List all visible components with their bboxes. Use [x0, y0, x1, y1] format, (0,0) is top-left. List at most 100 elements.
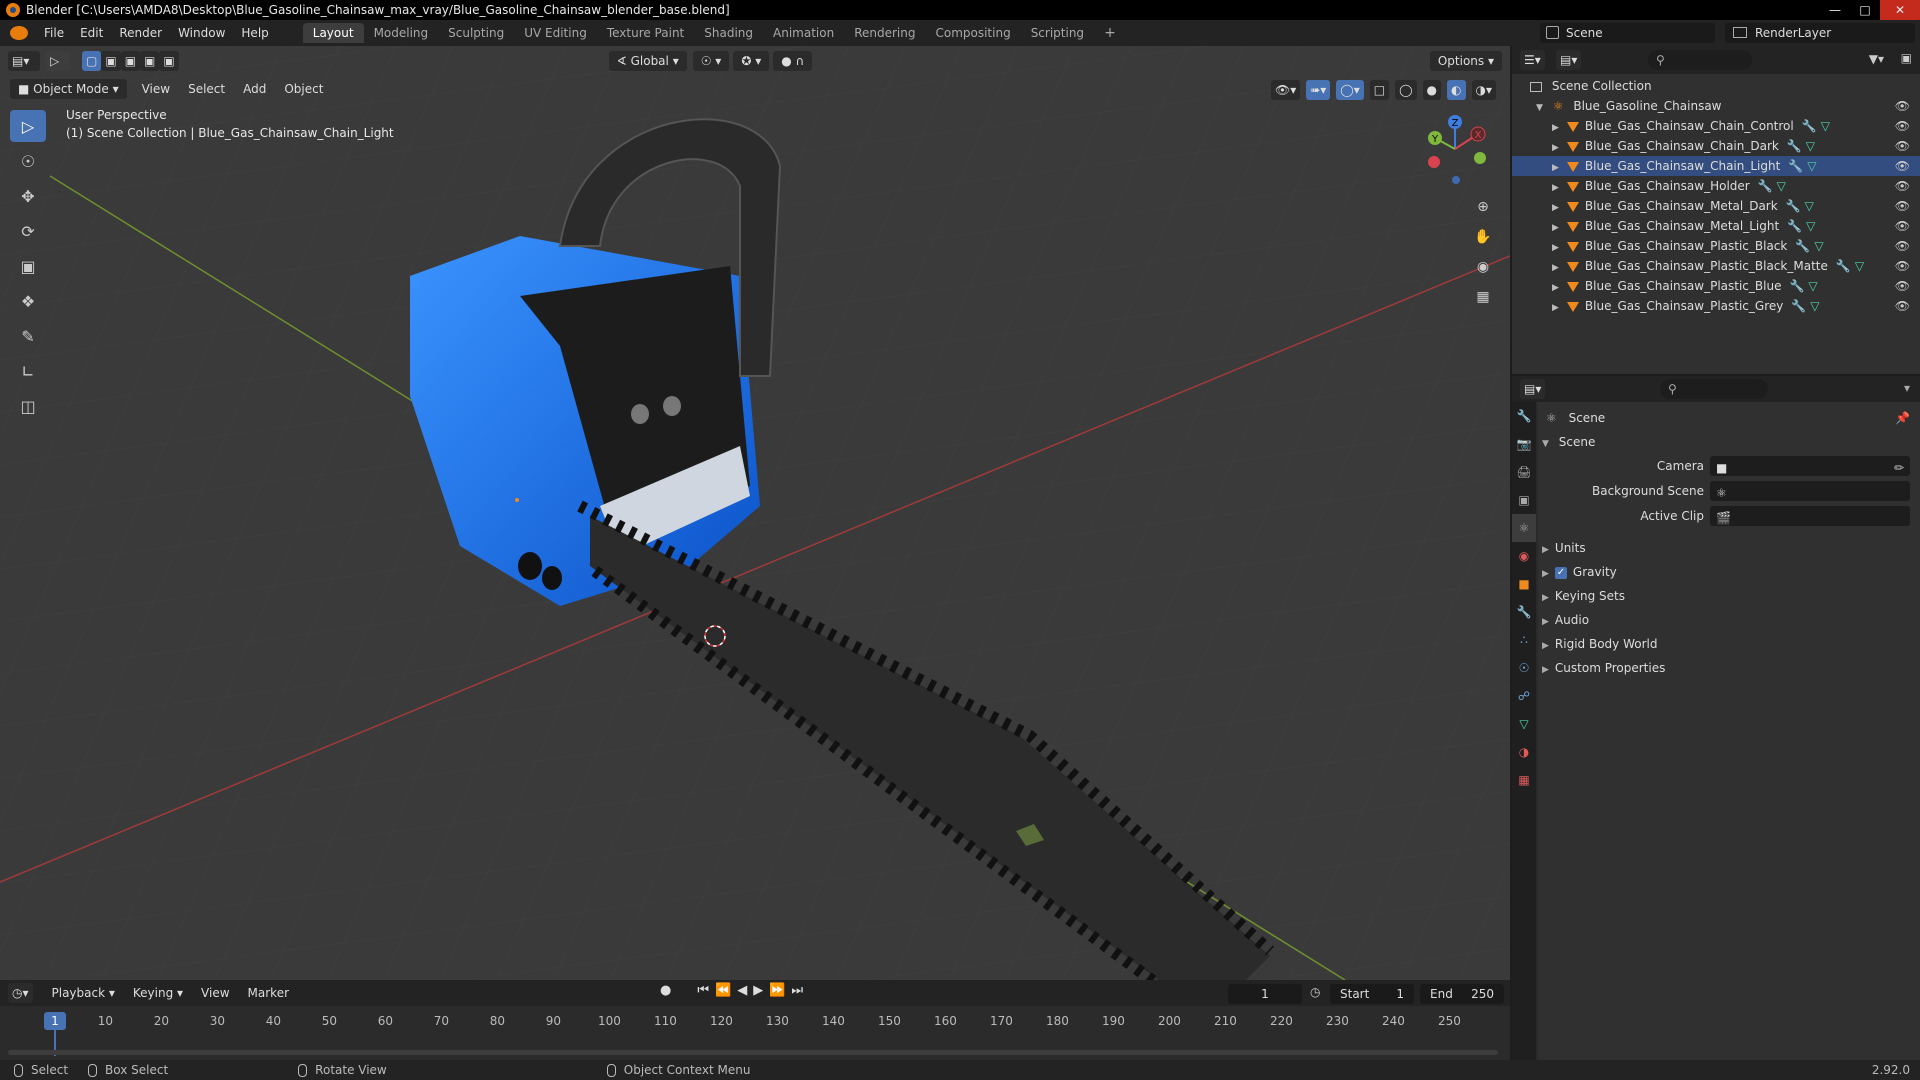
mesh-data-icon[interactable]: ▽: [1777, 179, 1786, 193]
visibility-eye-icon[interactable]: 👁: [1895, 216, 1910, 236]
snap-toggle[interactable]: ✪ ▾: [733, 51, 770, 71]
camera-view-icon[interactable]: ◉: [1470, 254, 1496, 280]
data-tab-icon[interactable]: ▽: [1512, 710, 1536, 738]
modifier-wrench-icon[interactable]: 🔧: [1786, 199, 1801, 213]
scene-panel-header[interactable]: ▼ Scene: [1538, 430, 1920, 454]
modifier-tab-icon[interactable]: 🔧: [1512, 598, 1536, 626]
select-invert-icon[interactable]: ▣: [140, 51, 160, 71]
particles-tab-icon[interactable]: ∴: [1512, 626, 1536, 654]
view-layer-tab-icon[interactable]: ▣: [1512, 486, 1536, 514]
outliner-object-row[interactable]: ▶ Blue_Gas_Chainsaw_Plastic_Black_Matte 🔧 ▽…: [1512, 256, 1920, 276]
menu-file[interactable]: File: [36, 26, 72, 40]
collapse-arrow-icon[interactable]: ▼: [1536, 103, 1543, 113]
xray-toggle-icon[interactable]: □: [1369, 80, 1390, 100]
next-keyframe-icon[interactable]: ⏩: [769, 983, 785, 998]
minimize-button[interactable]: —: [1820, 0, 1850, 20]
mesh-data-icon[interactable]: ▽: [1814, 239, 1823, 253]
subpanel-header[interactable]: ▶ Units: [1538, 536, 1920, 560]
tab-modeling[interactable]: Modeling: [364, 23, 439, 43]
visibility-eye-icon[interactable]: 👁: [1895, 136, 1910, 156]
current-frame-field[interactable]: 1: [1228, 984, 1302, 1004]
eyedropper-icon[interactable]: ✏: [1894, 456, 1904, 480]
timeline-menu-view[interactable]: View: [192, 986, 238, 1000]
object-tab-icon[interactable]: ■: [1512, 570, 1536, 598]
tab-sculpting[interactable]: Sculpting: [438, 23, 514, 43]
material-tab-icon[interactable]: ◑: [1512, 738, 1536, 766]
outliner-object-row[interactable]: ▶ Blue_Gas_Chainsaw_Plastic_Grey 🔧 ▽ 👁: [1512, 296, 1920, 316]
modifier-wrench-icon[interactable]: 🔧: [1836, 259, 1851, 273]
jump-end-icon[interactable]: ⏭: [791, 983, 803, 998]
subpanel-header[interactable]: ▶ Keying Sets: [1538, 584, 1920, 608]
menu-window[interactable]: Window: [170, 26, 233, 40]
output-tab-icon[interactable]: 🖨: [1512, 458, 1536, 486]
object-mode-dropdown[interactable]: ■ Object Mode ▾: [10, 79, 127, 99]
viewport-menu-object[interactable]: Object: [275, 82, 332, 96]
select-new-icon[interactable]: ▢: [82, 51, 102, 71]
navigation-gizmo[interactable]: Z X Y: [1420, 114, 1490, 184]
outliner-object-row[interactable]: ▶ Blue_Gas_Chainsaw_Metal_Dark 🔧 ▽ 👁: [1512, 196, 1920, 216]
physics-tab-icon[interactable]: ☉: [1512, 654, 1536, 682]
tab-compositing[interactable]: Compositing: [925, 23, 1020, 43]
tab-texture-paint[interactable]: Texture Paint: [597, 23, 694, 43]
shading-wireframe-icon[interactable]: ◯: [1395, 80, 1417, 100]
shading-rendered-icon[interactable]: ◑▾: [1471, 80, 1496, 100]
end-frame-field[interactable]: End 250: [1420, 984, 1504, 1004]
outliner-scene-collection[interactable]: Scene Collection: [1512, 76, 1920, 96]
tab-shading[interactable]: Shading: [694, 23, 763, 43]
expand-arrow-icon[interactable]: ▶: [1552, 203, 1559, 213]
viewport-menu-view[interactable]: View: [133, 82, 179, 96]
close-button[interactable]: ✕: [1880, 0, 1920, 20]
start-frame-field[interactable]: Start 1: [1330, 984, 1414, 1004]
scale-tool-icon[interactable]: ▣: [10, 250, 46, 282]
visibility-eye-icon[interactable]: 👁: [1895, 296, 1910, 316]
prev-keyframe-icon[interactable]: ⏪: [715, 983, 731, 998]
mesh-data-icon[interactable]: ▽: [1855, 259, 1864, 273]
render-tab-icon[interactable]: 📷: [1512, 430, 1536, 458]
scene-tab-icon[interactable]: ⚛: [1512, 514, 1536, 542]
constraints-tab-icon[interactable]: ☍: [1512, 682, 1536, 710]
mesh-data-icon[interactable]: ▽: [1805, 199, 1814, 213]
modifier-wrench-icon[interactable]: 🔧: [1787, 219, 1802, 233]
texture-tab-icon[interactable]: ▦: [1512, 766, 1536, 794]
visibility-eye-icon[interactable]: 👁: [1895, 236, 1910, 256]
visibility-eye-icon[interactable]: 👁: [1895, 196, 1910, 216]
properties-search-input[interactable]: ⚲: [1660, 379, 1768, 399]
editor-type-button[interactable]: ▤▾: [8, 51, 40, 71]
timeline-menu-keying[interactable]: Keying ▾: [124, 986, 192, 1000]
modifier-wrench-icon[interactable]: 🔧: [1758, 179, 1773, 193]
new-collection-icon[interactable]: ▣: [1901, 51, 1912, 65]
select-box-tool-icon[interactable]: ▷: [10, 110, 46, 142]
ortho-grid-icon[interactable]: ▦: [1470, 284, 1496, 310]
background-scene-field[interactable]: ⚛: [1710, 481, 1910, 501]
measure-tool-icon[interactable]: ∟: [10, 355, 46, 387]
cursor-tool-icon[interactable]: ☉: [10, 145, 46, 177]
outliner-object-row[interactable]: ▶ Blue_Gas_Chainsaw_Chain_Control 🔧 ▽ 👁: [1512, 116, 1920, 136]
3d-viewport[interactable]: ▤▾ ▷ ▢ ▣ ▣ ▣ ▣ ∢ Global ▾ ☉ ▾ ✪ ▾ ● ∩ Op…: [0, 46, 1510, 980]
filter-icon[interactable]: ▼▾: [1869, 52, 1884, 66]
move-tool-icon[interactable]: ✥: [10, 180, 46, 212]
outliner-object-row[interactable]: ▶ Blue_Gas_Chainsaw_Plastic_Blue 🔧 ▽ 👁: [1512, 276, 1920, 296]
add-workspace-button[interactable]: +: [1094, 22, 1126, 44]
select-extend-icon[interactable]: ▣: [101, 51, 121, 71]
subpanel-header[interactable]: ▶ Rigid Body World: [1538, 632, 1920, 656]
menu-edit[interactable]: Edit: [72, 26, 111, 40]
scene-selector[interactable]: Scene: [1540, 23, 1715, 43]
blender-menu-icon[interactable]: [10, 26, 28, 40]
gravity-checkbox[interactable]: ✓: [1554, 566, 1567, 579]
tab-scripting[interactable]: Scripting: [1021, 23, 1094, 43]
record-icon[interactable]: ●: [660, 983, 671, 998]
modifier-wrench-icon[interactable]: 🔧: [1791, 299, 1806, 313]
mesh-data-icon[interactable]: ▽: [1806, 139, 1815, 153]
mesh-data-icon[interactable]: ▽: [1807, 159, 1816, 173]
tab-uv-editing[interactable]: UV Editing: [514, 23, 597, 43]
timeline-editor-type-icon[interactable]: ◷▾: [8, 983, 33, 1003]
display-mode-icon[interactable]: ▤▾: [1556, 50, 1582, 70]
expand-arrow-icon[interactable]: ▶: [1552, 243, 1559, 253]
expand-arrow-icon[interactable]: ▶: [1552, 183, 1559, 193]
mesh-data-icon[interactable]: ▽: [1810, 299, 1819, 313]
shading-solid-icon[interactable]: ●: [1422, 80, 1442, 100]
overlay-toggle-icon[interactable]: ◯▾: [1336, 80, 1364, 100]
subpanel-header[interactable]: ▶ ✓ Gravity: [1538, 560, 1920, 584]
modifier-wrench-icon[interactable]: 🔧: [1787, 139, 1802, 153]
outliner-object-row[interactable]: ▶ Blue_Gas_Chainsaw_Chain_Light 🔧 ▽ 👁: [1512, 156, 1920, 176]
